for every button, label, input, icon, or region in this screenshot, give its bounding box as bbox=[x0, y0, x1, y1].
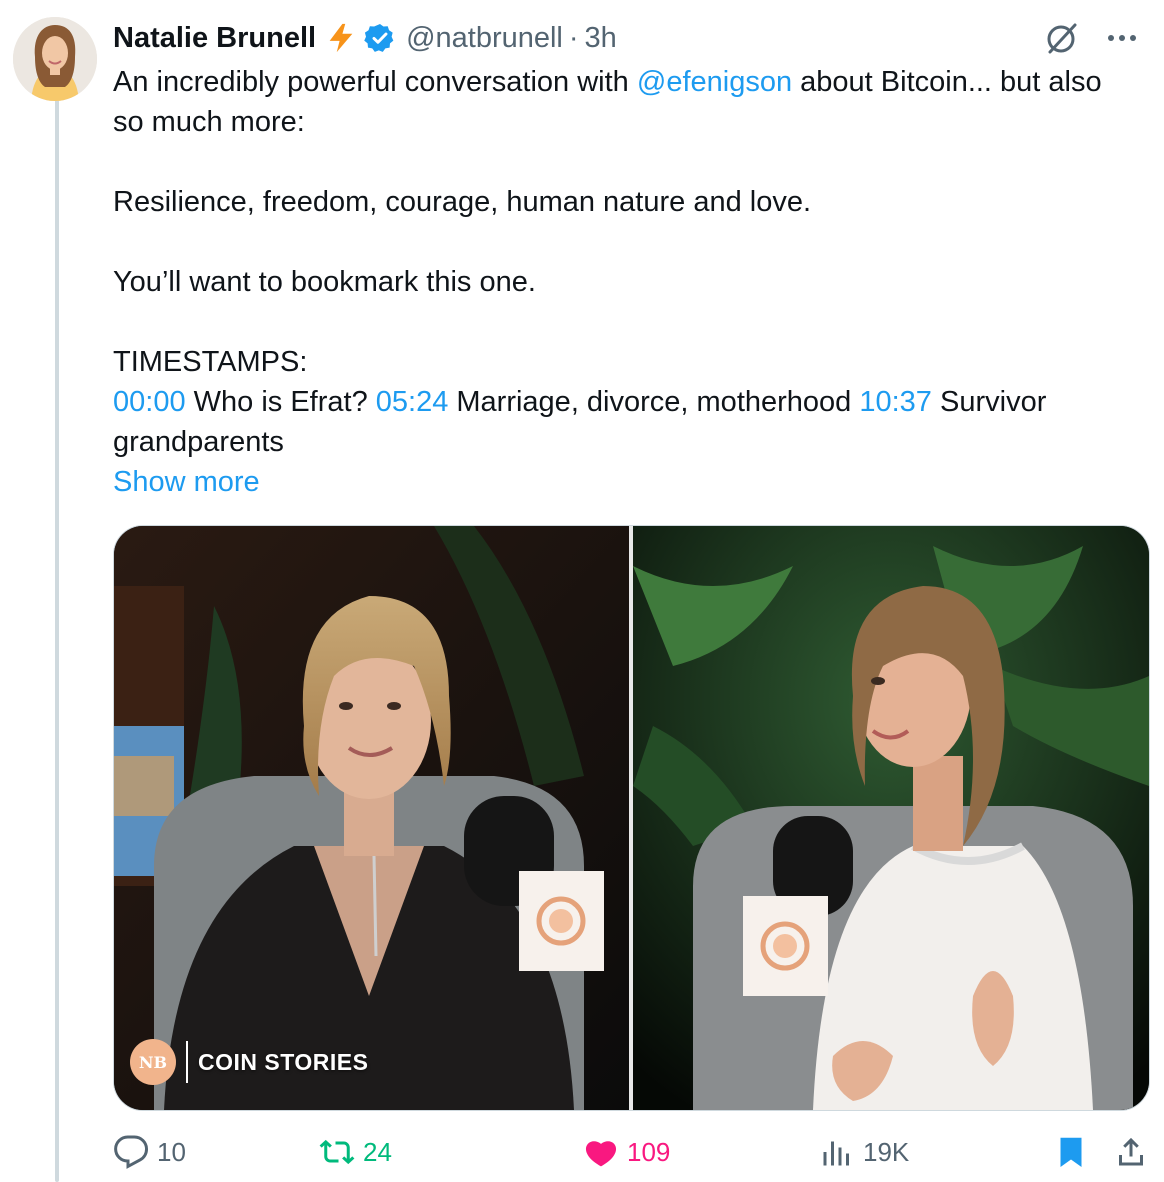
header-separator: · bbox=[568, 21, 579, 54]
author-name[interactable]: Natalie Brunell bbox=[113, 22, 316, 55]
media-right-panel bbox=[633, 526, 1149, 1110]
like-count: 109 bbox=[627, 1136, 671, 1167]
more-dots-icon[interactable] bbox=[1102, 18, 1142, 58]
avatar[interactable] bbox=[13, 17, 97, 101]
timestamp-label: Marriage, divorce, motherhood bbox=[448, 386, 860, 418]
timestamps-heading: TIMESTAMPS: bbox=[113, 346, 308, 378]
nb-badge: NB bbox=[130, 1039, 176, 1085]
repost-count: 24 bbox=[363, 1136, 392, 1167]
tweet-media[interactable]: NB COIN STORIES bbox=[113, 525, 1150, 1111]
tweet-paragraph-2: Resilience, freedom, courage, human natu… bbox=[113, 186, 812, 218]
tweet-text-segment: An incredibly powerful conversation with bbox=[113, 66, 637, 98]
grok-icon[interactable] bbox=[1042, 18, 1082, 58]
tweet-time[interactable]: 3h bbox=[585, 22, 617, 55]
views-icon bbox=[823, 1141, 849, 1166]
timestamp-link[interactable]: 10:37 bbox=[859, 386, 932, 418]
bookmark-button[interactable] bbox=[1053, 1134, 1089, 1170]
host-video-frame bbox=[633, 526, 1149, 1110]
tweet-paragraph-3: You’ll want to bookmark this one. bbox=[113, 266, 536, 298]
show-more-link[interactable]: Show more bbox=[113, 466, 260, 498]
share-button[interactable] bbox=[1113, 1134, 1149, 1170]
tweet-actions: 10 24 109 19K bbox=[113, 1134, 1148, 1178]
logo-divider bbox=[186, 1041, 188, 1083]
views-button[interactable]: 19K bbox=[819, 1134, 909, 1170]
views-count: 19K bbox=[863, 1136, 910, 1167]
author-handle[interactable]: @natbrunell bbox=[406, 22, 563, 55]
avatar-image bbox=[13, 17, 97, 101]
guest-video-frame bbox=[114, 526, 629, 1110]
tweet-header: Natalie Brunell @natbrunell · 3h bbox=[113, 18, 617, 58]
tweet-top-actions bbox=[1042, 18, 1142, 58]
media-left-panel: NB COIN STORIES bbox=[114, 526, 629, 1110]
like-button[interactable]: 109 bbox=[583, 1134, 670, 1170]
show-name: COIN STORIES bbox=[198, 1048, 369, 1075]
timestamp-label: Who is Efrat? bbox=[185, 386, 376, 418]
repost-button[interactable]: 24 bbox=[319, 1134, 392, 1170]
tweet-paragraph-1: An incredibly powerful conversation with… bbox=[113, 62, 1123, 142]
coin-stories-logo: NB COIN STORIES bbox=[130, 1039, 368, 1085]
tweet-text: An incredibly powerful conversation with… bbox=[113, 62, 1123, 502]
timestamps-list: 00:00 Who is Efrat? 05:24 Marriage, divo… bbox=[113, 382, 1123, 462]
timestamp-link[interactable]: 00:00 bbox=[113, 386, 186, 418]
reply-count: 10 bbox=[157, 1136, 186, 1167]
thread-line bbox=[55, 96, 59, 1182]
mention-link[interactable]: @efenigson bbox=[637, 66, 792, 98]
repost-icon bbox=[319, 1139, 355, 1165]
reply-icon bbox=[114, 1135, 149, 1169]
bookmark-icon bbox=[1060, 1137, 1082, 1167]
heart-icon bbox=[585, 1141, 617, 1167]
reply-button[interactable]: 10 bbox=[113, 1134, 186, 1170]
share-icon bbox=[1119, 1137, 1143, 1166]
timestamp-link[interactable]: 05:24 bbox=[376, 386, 449, 418]
verified-badge-icon[interactable] bbox=[364, 22, 396, 54]
lightning-bolt-icon bbox=[329, 23, 353, 53]
